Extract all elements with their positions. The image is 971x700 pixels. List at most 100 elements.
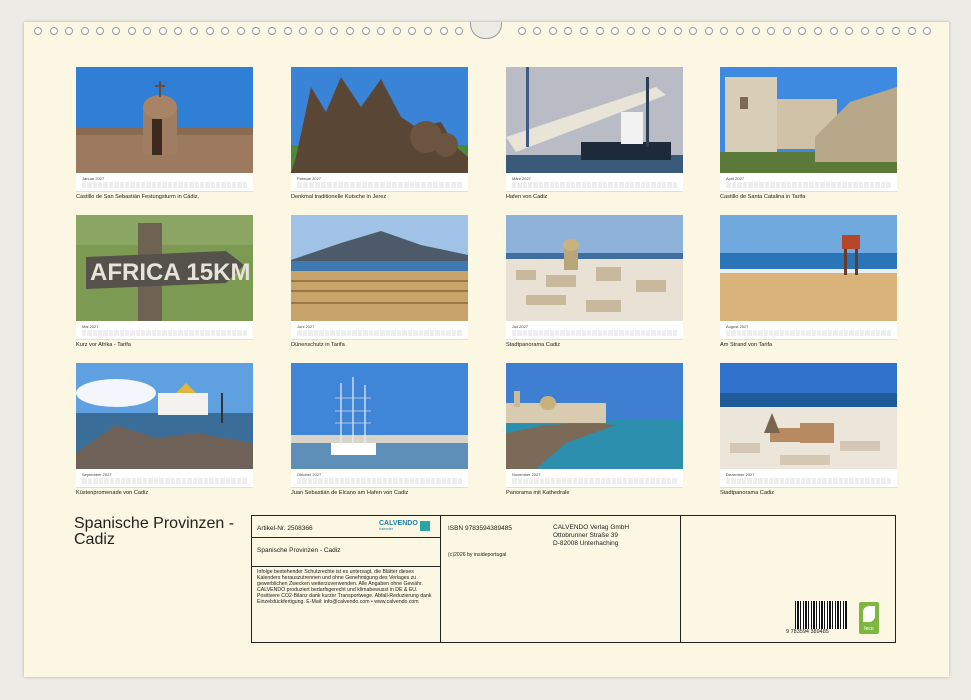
- product-title: Spanische Provinzen - Cadiz: [257, 547, 341, 554]
- photo-caption: Kurz vor Afrika - Tarifa: [76, 342, 131, 348]
- photo-castillo-san-sebastian: [76, 67, 253, 173]
- month-name: April 2027: [726, 176, 745, 181]
- binding-hole: [190, 27, 198, 35]
- binding-hole: [80, 27, 89, 35]
- binding-hole: [689, 27, 698, 35]
- photo-caption: Castillo de Santa Catalina in Tarifa: [720, 194, 806, 200]
- sign-text: AFRICA 15KM: [90, 259, 250, 286]
- binding-hole: [174, 27, 183, 35]
- binding-hole: [377, 27, 386, 35]
- month-name: März 2027: [512, 176, 531, 181]
- month-name: Dezember 2027: [726, 472, 755, 477]
- month-name: September 2027: [82, 472, 112, 477]
- day-grid: Dezember 2027: [720, 469, 897, 488]
- photo-caption: Castillo de San Sebastián Festungsturm i…: [76, 194, 200, 200]
- calendar-title: Spanische Provinzen - Cadiz: [74, 515, 235, 548]
- binding-hole: [96, 27, 105, 35]
- binding-hole: [720, 27, 729, 35]
- month-name: Juni 2027: [297, 324, 315, 329]
- photo-castillo-santa-catalina: [720, 67, 897, 173]
- month-december: Dezember 2027 Stadtpanorama Cadiz: [720, 363, 897, 496]
- binding-hole: [548, 27, 557, 35]
- binding-hole: [876, 27, 885, 35]
- photo-hafen-cadiz: [506, 67, 683, 173]
- photo-caption: Hafen von Cadiz: [506, 194, 548, 200]
- month-january: Januar 2027 Castillo de San Sebastián Fe…: [76, 67, 253, 200]
- month-june: Juni 2027 Dünenschutz in Tarifa: [291, 215, 468, 348]
- calvendo-logo: CALVENDO Kalender: [379, 520, 418, 531]
- publisher-address: CALVENDO Verlag GmbH Ottobrunner Straße …: [553, 524, 630, 547]
- binding-hole: [892, 27, 900, 35]
- binding-hole: [798, 27, 807, 35]
- binding-hole: [346, 27, 354, 35]
- month-name: Februar 2027: [297, 176, 322, 181]
- month-name: August 2027: [726, 324, 749, 329]
- binding-hole: [392, 27, 401, 35]
- month-name: Januar 2027: [82, 176, 105, 181]
- month-february: Februar 2027 Denkmal traditionelle Kutsc…: [291, 67, 468, 200]
- binding-hole: [34, 27, 42, 35]
- binding-hole: [704, 27, 713, 35]
- binding-hole: [782, 27, 791, 35]
- binding-hole: [814, 27, 822, 35]
- photo-caption: Juan Sebastián de Elcano am Hafen von Ca…: [291, 490, 409, 496]
- month-october: Oktober 2027 Juan Sebastián de Elcano am…: [291, 363, 468, 496]
- day-grid: April 2027: [720, 173, 897, 192]
- day-grid: Februar 2027: [291, 173, 468, 192]
- photo-stadtpanorama-cadiz-2: [720, 363, 897, 469]
- binding-hole: [283, 27, 292, 35]
- binding-hole: [673, 27, 682, 35]
- binding-hole: [439, 27, 448, 35]
- info-col-publisher: ISBN 9783594389485 CALVENDO Verlag GmbH …: [440, 516, 681, 642]
- month-may: AFRICA 15KM Mai 2027 Kurz vor Afrika - T…: [76, 215, 253, 348]
- day-grid: Mai 2027: [76, 321, 253, 340]
- binding-hole: [517, 27, 526, 35]
- binding-hole: [299, 27, 308, 35]
- day-grid: November 2027: [506, 469, 683, 488]
- photo-duenenschutz: [291, 215, 468, 321]
- legal-text: Infolge bestehender Schutzrechte ist es …: [257, 569, 432, 605]
- binding-hole: [221, 27, 230, 35]
- binding-hole: [923, 27, 932, 35]
- month-name: Mai 2027: [82, 324, 99, 329]
- binding-hole: [533, 27, 542, 35]
- isbn: ISBN 9783594389485: [448, 525, 512, 532]
- photo-caption: Am Strand von Tarifa: [720, 342, 773, 348]
- month-name: November 2027: [512, 472, 541, 477]
- day-grid: Juni 2027: [291, 321, 468, 340]
- photo-caption: Stadtpanorama Cadiz: [720, 490, 775, 496]
- binding-hole: [829, 27, 838, 35]
- binding-hole: [907, 27, 916, 35]
- binding-hole: [564, 27, 573, 35]
- binding-hole: [252, 27, 261, 35]
- photo-africa-sign: AFRICA 15KM: [76, 215, 253, 321]
- binding-hole: [158, 27, 167, 35]
- day-grid: August 2027: [720, 321, 897, 340]
- binding-hole: [626, 27, 635, 35]
- binding-hole: [455, 27, 464, 35]
- photo-caption: Stadtpanorama Cadiz: [506, 342, 561, 348]
- leaf-icon: [863, 606, 875, 622]
- binding-hole: [751, 27, 760, 35]
- photo-strand-tarifa: [720, 215, 897, 321]
- month-april: April 2027 Castillo de Santa Catalina in…: [720, 67, 897, 200]
- copyright: (c)2026 by insideportugal: [448, 552, 507, 558]
- feco-eco-label: feco: [859, 602, 879, 634]
- binding-hole: [127, 27, 136, 35]
- binding-hole: [361, 27, 370, 35]
- calvendo-logo-mark: [420, 521, 430, 531]
- binding-hole: [268, 27, 276, 35]
- binding-hole: [314, 27, 323, 35]
- photo-elcano-hafen: [291, 363, 468, 469]
- month-september: September 2027 Küstenpromenade von Cadiz: [76, 363, 253, 496]
- binding-hole: [845, 27, 854, 35]
- photo-panorama-kathedrale: [506, 363, 683, 469]
- barcode-number: 9 783594 389485: [786, 629, 829, 635]
- binding-hole: [205, 27, 214, 35]
- info-col-article: Artikel-Nr. 2508366 CALVENDO Kalender Sp…: [252, 516, 441, 642]
- barcode: [795, 601, 847, 629]
- photo-caption: Denkmal traditionelle Kutsche in Jerez: [291, 194, 387, 200]
- binding-hole: [65, 27, 74, 35]
- month-november: November 2027 Panorama mit Kathedrale: [506, 363, 683, 496]
- photo-caption: Küstenpromenade von Cadiz: [76, 490, 149, 496]
